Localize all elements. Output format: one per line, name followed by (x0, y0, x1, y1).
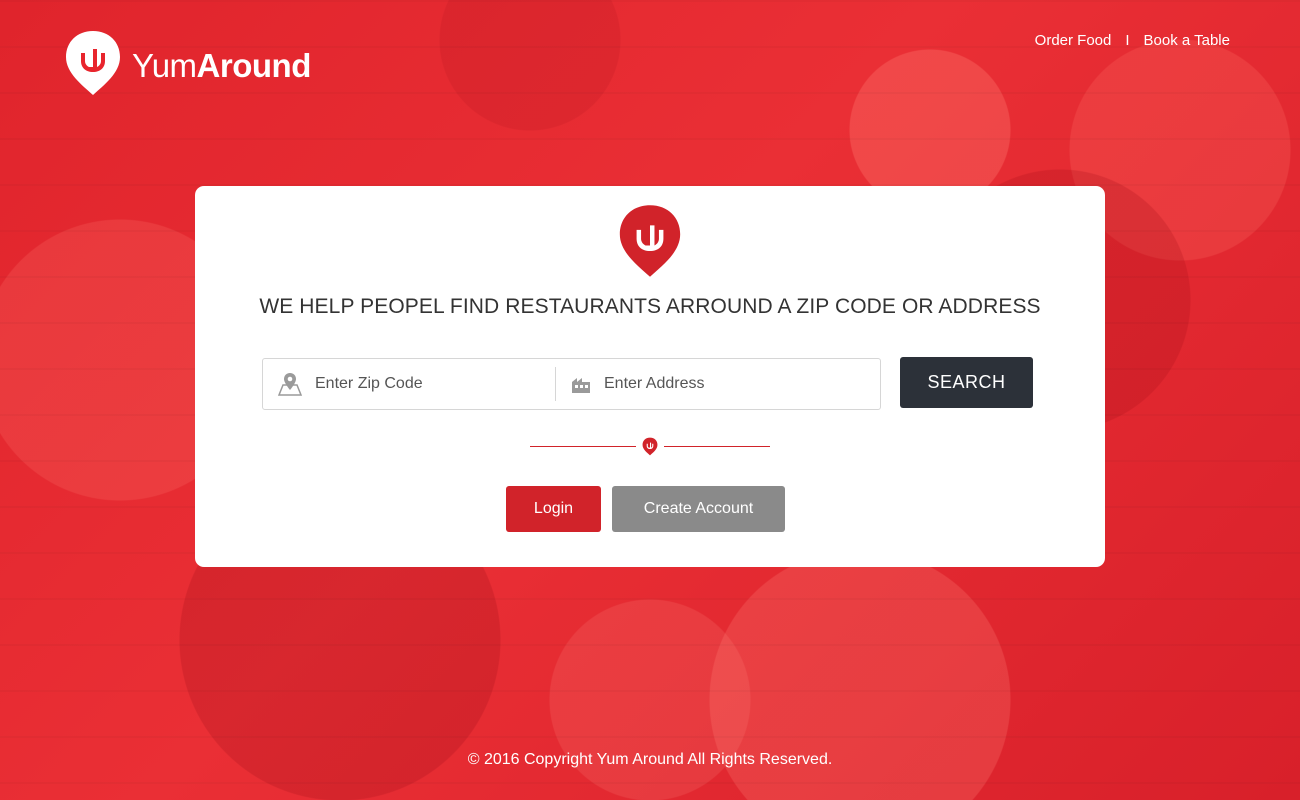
fork-pin-icon (617, 203, 683, 284)
zip-field (263, 367, 556, 401)
divider-line (664, 445, 770, 447)
search-box (262, 358, 881, 410)
book-table-link[interactable]: Book a Table (1144, 32, 1230, 49)
brand-logo[interactable]: YumAround (64, 29, 311, 102)
footer-copyright: © 2016 Copyright Yum Around All Rights R… (467, 751, 833, 768)
fork-pin-icon (64, 29, 122, 102)
brand-name-light: Yum (132, 46, 197, 84)
map-pin-icon (277, 371, 303, 397)
address-field (556, 359, 880, 409)
search-card: WE HELP PEOPEL FIND RESTAURANTS ARROUND … (195, 186, 1105, 567)
section-divider (530, 436, 770, 456)
address-input[interactable] (602, 374, 826, 394)
building-icon (570, 374, 592, 394)
top-nav: Order Food I Book a Table (1035, 32, 1230, 49)
zip-input[interactable] (313, 374, 537, 394)
fork-pin-icon (642, 437, 658, 456)
tagline: WE HELP PEOPEL FIND RESTAURANTS ARROUND … (259, 295, 1041, 318)
search-button[interactable]: SEARCH (900, 357, 1033, 408)
order-food-link[interactable]: Order Food (1035, 32, 1112, 49)
brand-name-bold: Around (196, 46, 312, 84)
login-button[interactable]: Login (506, 486, 601, 532)
brand-name: YumAround (132, 47, 311, 85)
divider-line (530, 445, 636, 447)
nav-separator: I (1125, 32, 1130, 49)
create-account-button[interactable]: Create Account (612, 486, 785, 532)
